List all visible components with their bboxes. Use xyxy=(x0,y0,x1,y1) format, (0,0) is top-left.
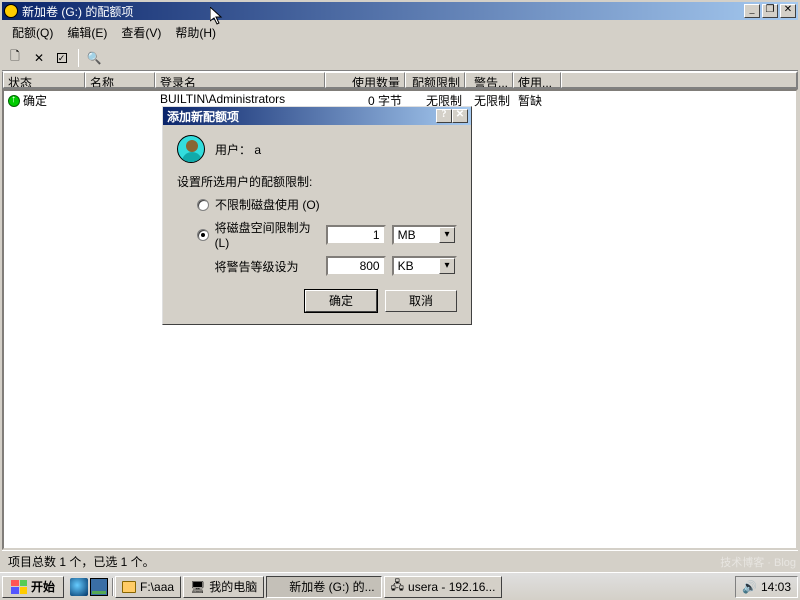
quota-options: 不限制磁盘使用 (O) 将磁盘空间限制为 (L) 1 MB▾ 将警告等级设为 8… xyxy=(177,196,457,276)
label-unlimited: 不限制磁盘使用 (O) xyxy=(215,196,320,213)
start-button[interactable]: 开始 xyxy=(2,576,64,598)
cell-status: 确定 xyxy=(4,91,86,107)
windows-flag-icon xyxy=(11,580,27,594)
quick-launch xyxy=(66,578,113,596)
minimize-button[interactable]: _ xyxy=(744,4,760,18)
show-desktop-icon[interactable] xyxy=(90,578,108,596)
chevron-down-icon: ▾ xyxy=(439,258,455,274)
task-rdp[interactable]: 🖧usera - 192.16... xyxy=(384,576,503,598)
col-limit[interactable]: 配额限制 xyxy=(405,72,465,88)
separator xyxy=(78,49,79,67)
app-icon xyxy=(4,4,18,18)
cell-login: BUILTIN\Administrators xyxy=(156,91,326,107)
taskbar: 开始 F:\aaa 🖥我的电脑 新加卷 (G:) 的... 🖧usera - 1… xyxy=(0,572,800,600)
ie-icon[interactable] xyxy=(70,578,88,596)
label-warn: 将警告等级设为 xyxy=(214,258,319,275)
cancel-button[interactable]: 取消 xyxy=(385,290,457,312)
task-drive[interactable]: 新加卷 (G:) 的... xyxy=(266,576,381,598)
delete-icon[interactable]: ✕ xyxy=(30,49,48,67)
properties-icon[interactable]: ✓ xyxy=(54,49,72,67)
col-login[interactable]: 登录名 xyxy=(155,72,325,88)
cell-used: 0 字节 xyxy=(326,91,406,107)
cell-warn: 无限制 xyxy=(466,91,514,107)
dialog-description: 设置所选用户的配额限制: xyxy=(177,173,457,190)
dialog-title-bar[interactable]: 添加新配额项 ? ✕ xyxy=(163,107,471,125)
col-use[interactable]: 使用... xyxy=(513,72,561,88)
window-title: 新加卷 (G:) 的配额项 xyxy=(22,3,744,20)
dialog-title: 添加新配额项 xyxy=(167,108,436,125)
rdp-icon: 🖧 xyxy=(391,576,404,597)
close-button[interactable]: ✕ xyxy=(780,4,796,18)
warn-unit-combo[interactable]: KB▾ xyxy=(392,256,457,276)
tray-icon[interactable]: 🔊 xyxy=(742,580,757,594)
toolbar: 🗋 ✕ ✓ 🔍 xyxy=(2,45,798,71)
table-row[interactable]: 确定 BUILTIN\Administrators 0 字节 无限制 无限制 暂… xyxy=(4,91,796,107)
warn-row: 将警告等级设为 800 KB▾ xyxy=(197,256,457,276)
limit-unit-combo[interactable]: MB▾ xyxy=(392,225,457,245)
dialog-buttons: 确定 取消 xyxy=(177,290,457,312)
ok-button[interactable]: 确定 xyxy=(305,290,377,312)
find-icon[interactable]: 🔍 xyxy=(85,49,103,67)
warn-input[interactable]: 800 xyxy=(326,256,386,276)
user-row: 用户： a xyxy=(177,135,457,163)
radio-unlimited[interactable] xyxy=(197,199,209,211)
clock: 14:03 xyxy=(761,580,791,594)
dialog-body: 用户： a 设置所选用户的配额限制: 不限制磁盘使用 (O) 将磁盘空间限制为 … xyxy=(163,125,471,324)
dialog-help-button[interactable]: ? xyxy=(436,109,452,123)
title-bar: 新加卷 (G:) 的配额项 _ ❐ ✕ xyxy=(2,2,798,20)
computer-icon: 🖥 xyxy=(190,580,205,594)
watermark: 51CTO.com 技术博客 · Blog xyxy=(720,538,796,570)
col-spacer xyxy=(561,72,797,88)
col-name[interactable]: 名称 xyxy=(85,72,155,88)
dialog-close-button[interactable]: ✕ xyxy=(452,109,468,123)
user-label: 用户： a xyxy=(215,141,261,158)
new-icon[interactable]: 🗋 xyxy=(6,49,24,67)
maximize-button[interactable]: ❐ xyxy=(762,4,778,18)
cell-limit: 无限制 xyxy=(406,91,466,107)
disk-icon xyxy=(273,581,285,593)
radio-limit[interactable] xyxy=(197,229,209,241)
cell-name xyxy=(86,91,156,107)
window-controls: _ ❐ ✕ xyxy=(744,4,796,18)
menu-bar: 配额(Q) 编辑(E) 查看(V) 帮助(H) xyxy=(2,20,798,45)
cell-use: 暂缺 xyxy=(514,91,562,107)
system-tray[interactable]: 🔊 14:03 xyxy=(735,576,798,598)
status-bar: 项目总数 1 个，已选 1 个。 xyxy=(2,550,798,570)
opt-limit-row[interactable]: 将磁盘空间限制为 (L) 1 MB▾ xyxy=(197,219,457,250)
status-ok-icon xyxy=(8,95,20,107)
task-mycomputer[interactable]: 🖥我的电脑 xyxy=(183,576,264,598)
label-limit: 将磁盘空间限制为 (L) xyxy=(215,219,320,250)
limit-input[interactable]: 1 xyxy=(326,225,386,245)
menu-edit[interactable]: 编辑(E) xyxy=(61,22,113,43)
chevron-down-icon: ▾ xyxy=(439,227,455,243)
col-used[interactable]: 使用数量 xyxy=(325,72,405,88)
column-headers: 状态 名称 登录名 使用数量 配额限制 警告... 使用... xyxy=(2,71,798,89)
col-status[interactable]: 状态 xyxy=(3,72,85,88)
folder-icon xyxy=(122,581,136,593)
user-icon xyxy=(177,135,205,163)
task-explorer[interactable]: F:\aaa xyxy=(115,576,181,598)
add-quota-dialog: 添加新配额项 ? ✕ 用户： a 设置所选用户的配额限制: 不限制磁盘使用 (O… xyxy=(162,106,472,325)
menu-help[interactable]: 帮助(H) xyxy=(169,22,222,43)
menu-view[interactable]: 查看(V) xyxy=(115,22,167,43)
opt-unlimited-row[interactable]: 不限制磁盘使用 (O) xyxy=(197,196,457,213)
menu-quota[interactable]: 配额(Q) xyxy=(6,22,59,43)
col-warn[interactable]: 警告... xyxy=(465,72,513,88)
